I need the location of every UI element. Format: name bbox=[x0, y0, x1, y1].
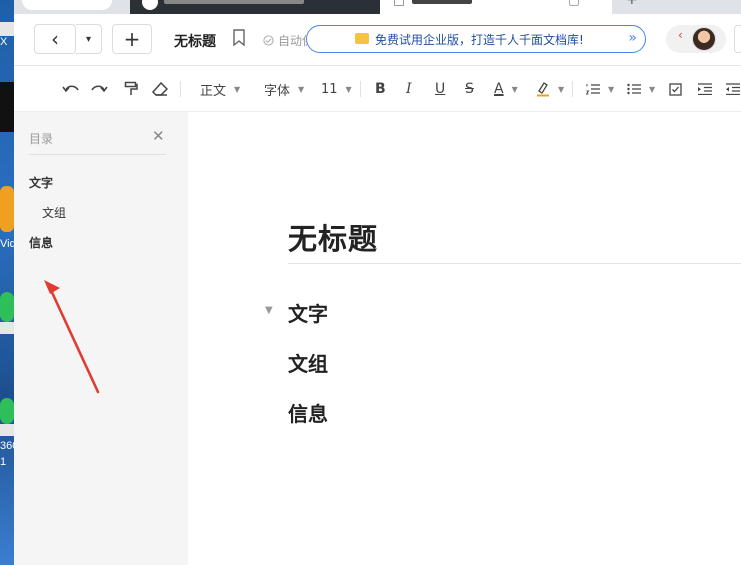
outline-item[interactable]: 文组 bbox=[42, 204, 66, 221]
font-size-select[interactable]: 11 ▼ bbox=[321, 79, 352, 99]
close-icon[interactable]: ✕ bbox=[152, 127, 165, 145]
paragraph-style-value: 正文 bbox=[200, 83, 227, 99]
chevron-left-icon: ‹ bbox=[678, 28, 683, 42]
tab-strip: + bbox=[14, 0, 741, 14]
format-painter-icon bbox=[124, 81, 138, 95]
document-header: ‹ ▾ + 无标题 自动保存成功 免费试用企业版，打造千人千面文档库! » ‹ bbox=[14, 14, 741, 66]
desktop-icon-label: 1 bbox=[0, 456, 7, 468]
caret-down-icon: ▼ bbox=[511, 84, 518, 94]
outline-item[interactable]: 文字 bbox=[29, 174, 53, 191]
indent-icon bbox=[698, 83, 712, 95]
document-heading[interactable]: 文组 bbox=[288, 348, 328, 377]
eraser-icon bbox=[152, 82, 168, 96]
caret-down-icon: ▼ bbox=[558, 84, 565, 94]
document-title[interactable]: 无标题 bbox=[174, 31, 216, 51]
outdent-icon bbox=[726, 83, 740, 95]
toolbar-divider bbox=[572, 81, 573, 97]
outline-item[interactable]: 信息 bbox=[29, 234, 53, 251]
promo-text: 免费试用企业版，打造千人千面文档库! bbox=[375, 32, 584, 47]
tab-inactive-label bbox=[164, 0, 304, 4]
checkbox-icon bbox=[669, 82, 682, 96]
chat-app-icon[interactable] bbox=[0, 398, 14, 424]
history-dropdown-button[interactable]: ▾ bbox=[76, 24, 102, 54]
collapse-triangle-icon[interactable]: ▼ bbox=[265, 305, 273, 316]
numbered-list-icon bbox=[586, 84, 600, 95]
caret-down-icon: ▼ bbox=[234, 84, 241, 94]
italic-button[interactable]: I bbox=[406, 79, 412, 99]
font-family-select[interactable]: 字体 ▼ bbox=[264, 79, 304, 99]
enterprise-promo-banner[interactable]: 免费试用企业版，打造千人千面文档库! » bbox=[306, 25, 646, 53]
outline-title: 目录 bbox=[29, 132, 54, 146]
toolbar-divider bbox=[360, 81, 361, 97]
folder-icon bbox=[355, 33, 369, 44]
underline-button[interactable]: U bbox=[435, 79, 445, 99]
checklist-button[interactable] bbox=[669, 79, 682, 99]
title-underline bbox=[288, 263, 741, 264]
caret-down-icon: ▼ bbox=[298, 84, 305, 94]
bold-button[interactable]: B bbox=[375, 79, 386, 99]
strikethrough-button[interactable]: S bbox=[465, 79, 474, 99]
share-button[interactable] bbox=[734, 25, 741, 53]
font-size-value: 11 bbox=[321, 81, 338, 97]
format-painter-button[interactable] bbox=[124, 79, 138, 99]
document-heading-title[interactable]: 无标题 bbox=[288, 216, 378, 258]
font-family-value: 字体 bbox=[264, 83, 291, 99]
new-document-button[interactable]: + bbox=[112, 24, 152, 54]
desktop-icon[interactable] bbox=[0, 22, 14, 36]
address-pill[interactable] bbox=[22, 0, 112, 10]
redo-button[interactable] bbox=[90, 79, 108, 99]
video-app-icon[interactable] bbox=[0, 186, 14, 232]
tab-close-icon[interactable] bbox=[569, 0, 579, 6]
new-tab-button[interactable]: + bbox=[626, 0, 638, 8]
font-color-icon: A bbox=[494, 81, 504, 97]
outline-sidebar: 目录 ✕ 文字 文组 信息 bbox=[14, 112, 188, 565]
desktop-icon[interactable] bbox=[0, 322, 14, 334]
back-button[interactable]: ‹ bbox=[34, 24, 76, 54]
desktop-background: X Vid 360 1 bbox=[0, 0, 14, 565]
indent-button[interactable] bbox=[698, 79, 712, 99]
doc-icon bbox=[394, 0, 404, 6]
bullet-list-icon bbox=[627, 83, 641, 95]
chevron-down-icon: ▾ bbox=[85, 33, 92, 45]
formatting-toolbar: 正文 ▼ 字体 ▼ 11 ▼ B I U S A ▼ ▼ ▼ ▼ bbox=[14, 67, 741, 112]
outline-divider bbox=[29, 154, 166, 155]
desktop-icon[interactable] bbox=[0, 424, 14, 436]
highlighter-icon bbox=[537, 82, 549, 97]
avatar[interactable] bbox=[692, 27, 716, 51]
undo-button[interactable] bbox=[62, 79, 80, 99]
desktop-icon-label: 360 bbox=[0, 440, 14, 452]
desktop-icon[interactable] bbox=[0, 82, 14, 132]
tab-active-label bbox=[412, 0, 472, 4]
double-chevron-right-icon: » bbox=[628, 30, 637, 46]
highlight-button[interactable]: ▼ bbox=[536, 79, 564, 99]
redo-icon bbox=[91, 85, 108, 93]
caret-down-icon: ▼ bbox=[649, 84, 656, 94]
toolbar-divider bbox=[180, 81, 181, 97]
caret-down-icon: ▼ bbox=[345, 84, 352, 94]
plus-icon: + bbox=[123, 27, 141, 51]
desktop-icon-label: Vid bbox=[0, 238, 14, 250]
document-heading[interactable]: 信息 bbox=[288, 398, 328, 427]
bookmark-icon[interactable] bbox=[232, 29, 246, 47]
annotation-arrow-icon bbox=[44, 280, 100, 394]
bullet-list-button[interactable]: ▼ bbox=[627, 79, 655, 99]
document-canvas[interactable]: 无标题 ▼ 文字 文组 信息 bbox=[188, 112, 741, 565]
font-color-button[interactable]: A ▼ bbox=[494, 79, 518, 99]
clear-format-button[interactable] bbox=[152, 79, 168, 99]
chat-app-icon[interactable] bbox=[0, 292, 14, 322]
caret-down-icon: ▼ bbox=[608, 84, 615, 94]
desktop-icon-label: X bbox=[0, 36, 8, 48]
paragraph-style-select[interactable]: 正文 ▼ bbox=[200, 79, 240, 99]
undo-icon bbox=[62, 85, 79, 93]
check-circle-icon bbox=[263, 35, 274, 46]
numbered-list-button[interactable]: ▼ bbox=[586, 79, 614, 99]
outdent-button[interactable] bbox=[726, 79, 740, 99]
chevron-left-icon: ‹ bbox=[51, 27, 59, 51]
document-heading[interactable]: 文字 bbox=[288, 298, 328, 327]
